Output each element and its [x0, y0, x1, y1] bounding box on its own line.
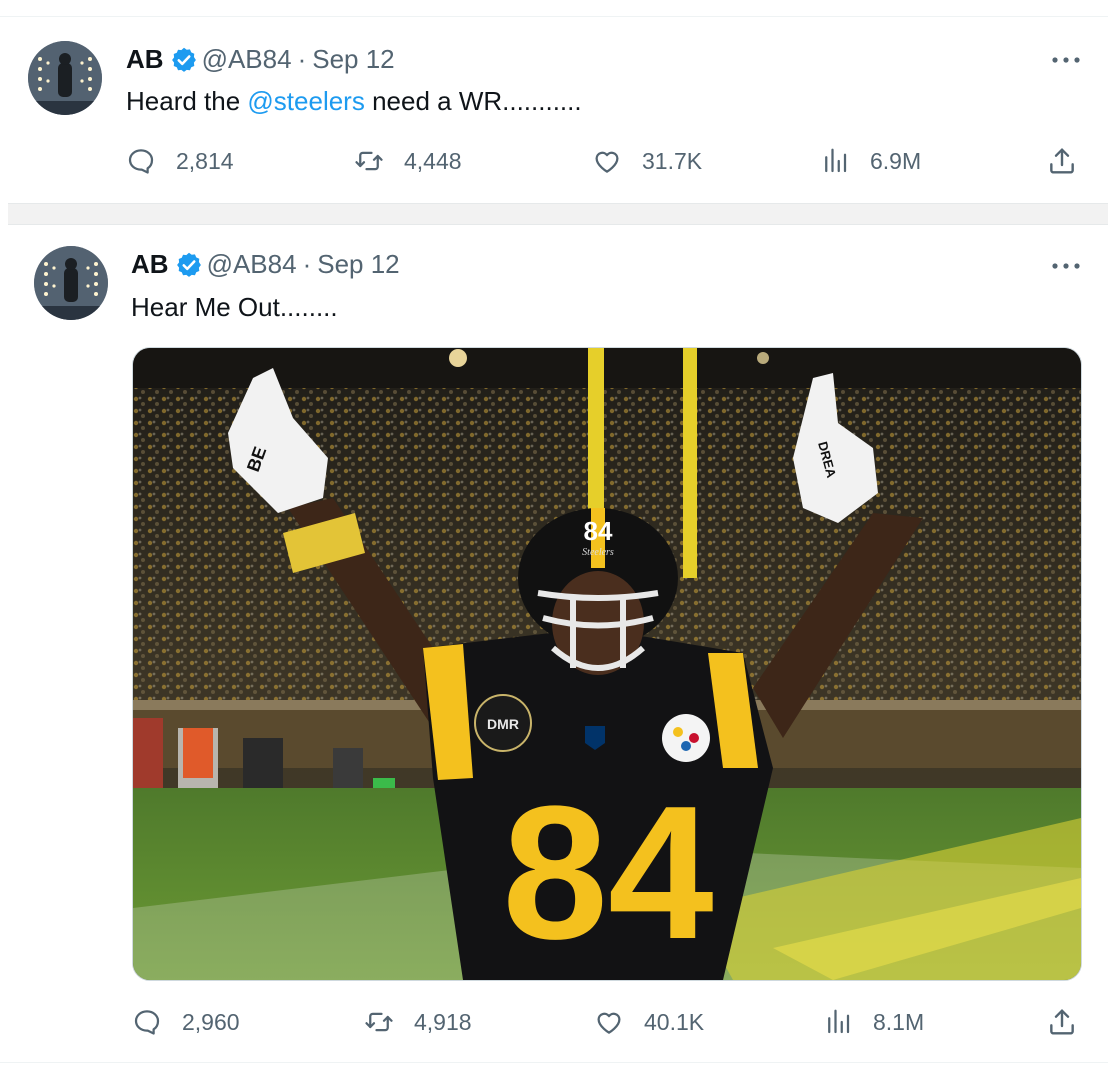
more-icon[interactable]	[1048, 48, 1084, 72]
tweet-separator	[8, 203, 1108, 225]
tweet-date[interactable]: Sep 12	[312, 44, 394, 75]
author-handle[interactable]: @AB84	[202, 44, 292, 75]
views-icon	[825, 148, 847, 173]
tweet-text: Hear Me Out........	[131, 292, 338, 322]
separator-dot: ·	[297, 44, 307, 74]
verified-badge-icon	[170, 46, 198, 74]
share-button[interactable]	[1046, 145, 1078, 177]
more-icon[interactable]	[1048, 254, 1084, 278]
retweet-count: 4,918	[414, 1008, 472, 1035]
reply-icon	[134, 1010, 160, 1035]
views-button[interactable]: 6.9M	[820, 141, 921, 181]
patch-text: DMR	[487, 716, 519, 732]
tweet-text-end: need a WR...........	[364, 86, 582, 116]
reply-button[interactable]: 2,814	[126, 141, 234, 181]
author-name[interactable]: AB	[126, 44, 164, 75]
tweet-text: Heard the @steelers need a WR...........	[126, 86, 582, 117]
retweet-button[interactable]: 4,448	[354, 141, 462, 181]
share-icon	[1050, 1009, 1074, 1035]
views-icon	[828, 1009, 850, 1034]
tweet-date[interactable]: Sep 12	[317, 249, 399, 280]
share-icon	[1050, 148, 1074, 174]
action-bar: 2,814 4,448 31.7K 6.9M	[0, 141, 1108, 181]
tweet-header: AB @AB84 · Sep 12	[131, 249, 400, 280]
author-handle[interactable]: @AB84	[207, 249, 297, 280]
separator-dot: ·	[302, 249, 312, 279]
verified-badge-icon	[175, 251, 203, 279]
tweet-header: AB @AB84 · Sep 12	[126, 44, 395, 75]
views-button[interactable]: 8.1M	[823, 1002, 924, 1042]
like-icon	[597, 1012, 621, 1034]
avatar[interactable]	[28, 41, 102, 115]
retweet-icon	[355, 151, 383, 171]
jersey-number: 84	[502, 767, 713, 979]
views-count: 8.1M	[873, 1008, 925, 1035]
reply-button[interactable]: 2,960	[132, 1002, 240, 1042]
tweet-media-photo[interactable]: BE DREA 84 Steelers 84 DMR	[132, 347, 1082, 981]
views-count: 6.9M	[870, 147, 922, 174]
retweet-count: 4,448	[404, 147, 462, 174]
author-name[interactable]: AB	[131, 249, 169, 280]
share-button[interactable]	[1046, 1006, 1078, 1038]
like-button[interactable]: 31.7K	[592, 141, 702, 181]
reply-count: 2,814	[176, 147, 234, 174]
action-bar: 2,960 4,918 40.1K 8.1M	[0, 1002, 1108, 1042]
reply-count: 2,960	[182, 1008, 240, 1035]
mention-link[interactable]: @steelers	[247, 86, 364, 116]
retweet-button[interactable]: 4,918	[364, 1002, 472, 1042]
like-icon	[595, 151, 619, 173]
helmet-text: Steelers	[582, 547, 614, 558]
retweet-icon	[365, 1012, 393, 1032]
reply-icon	[128, 149, 154, 174]
avatar[interactable]	[34, 246, 108, 320]
helmet-number: 84	[584, 516, 613, 546]
like-count: 40.1K	[644, 1008, 705, 1035]
like-count: 31.7K	[642, 147, 703, 174]
like-button[interactable]: 40.1K	[594, 1002, 704, 1042]
tweet-text-start: Heard the	[126, 86, 248, 116]
tweet-1[interactable]: AB @AB84 · Sep 12 Heard the @steelers ne…	[0, 0, 1108, 203]
bottom-divider	[0, 1062, 1108, 1063]
